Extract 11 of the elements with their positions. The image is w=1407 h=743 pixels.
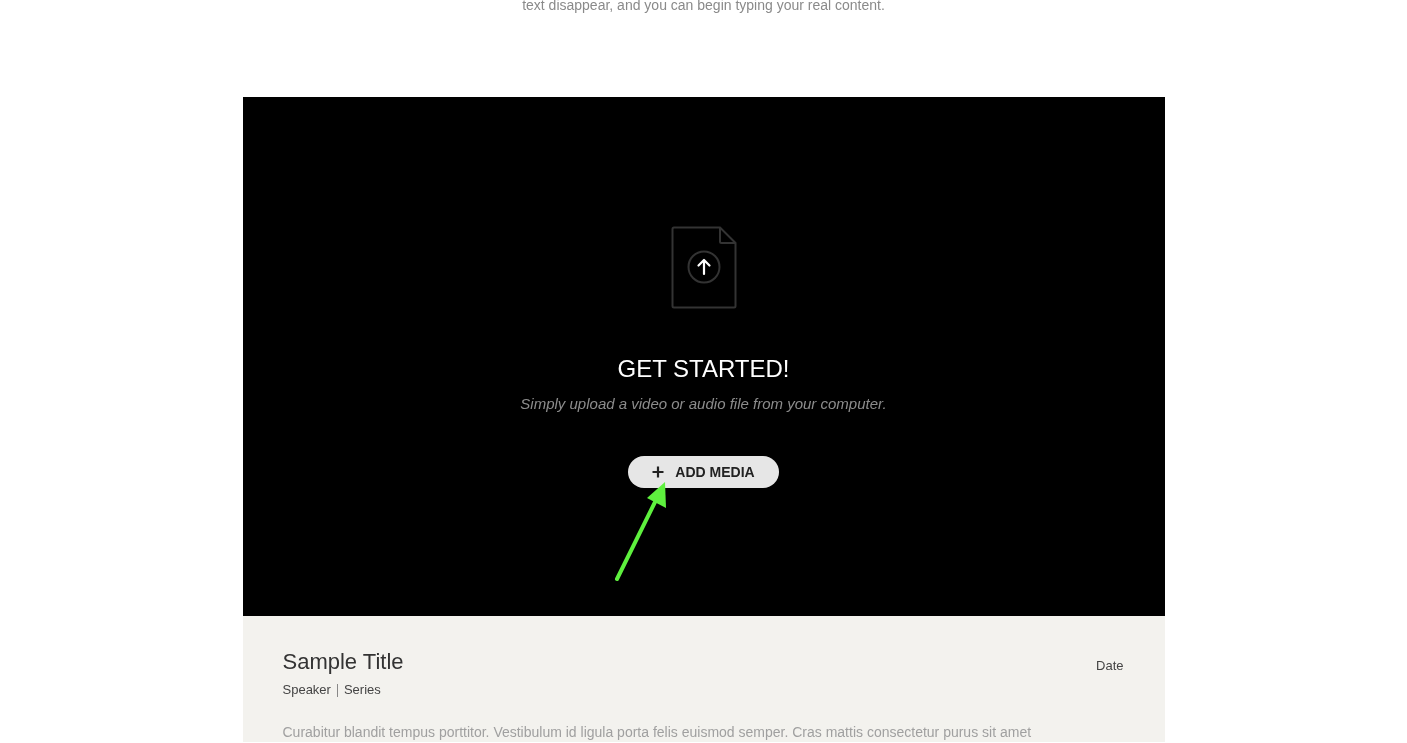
- series-text: Series: [343, 681, 381, 699]
- date-text: Date: [1096, 657, 1124, 675]
- add-media-button[interactable]: ADD MEDIA: [628, 456, 779, 488]
- description-text: Curabitur blandit tempus porttitor. Vestibulum id ligula porta felis euismod semper. Cras mattis consectetur purus sit amet: [282, 723, 1033, 742]
- panel-heading: GET STARTED!: [617, 355, 790, 383]
- file-upload-icon: [670, 226, 737, 309]
- panel-subtitle: Simply upload a video or audio file from your computer.: [520, 394, 887, 414]
- intro-text: text disappear, and you can begin typing your real content.: [522, 0, 885, 12]
- media-title: Sample Title: [282, 648, 404, 676]
- speaker-text: Speaker: [282, 681, 331, 699]
- plus-icon: [652, 466, 665, 478]
